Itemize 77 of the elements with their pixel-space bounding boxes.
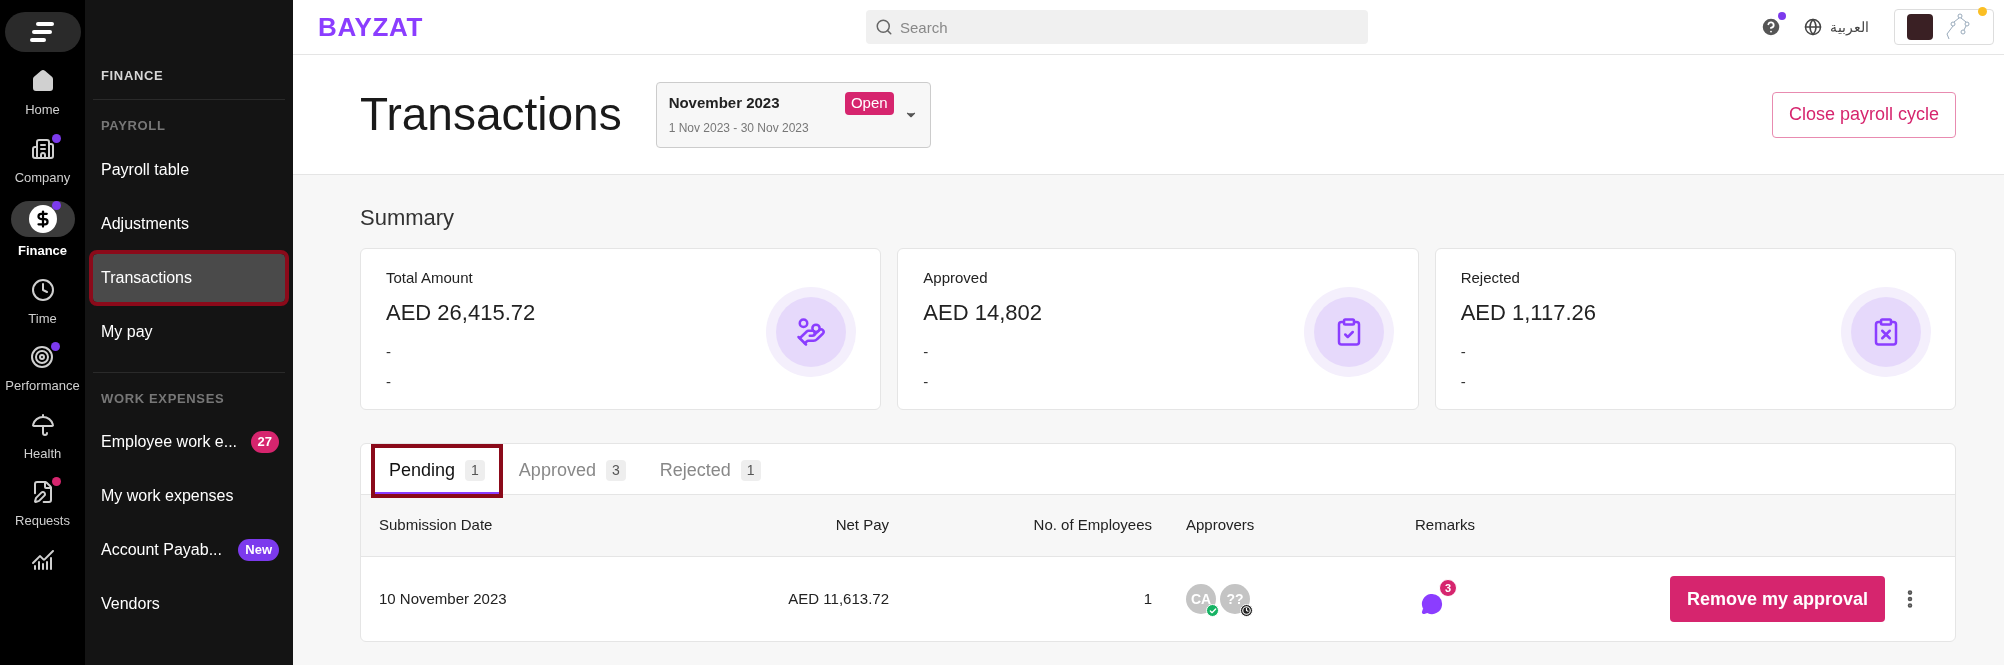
count-badge: 1 [740,459,761,481]
column-header: Net Pay [835,515,889,536]
count-badge: 27 [250,431,279,453]
globe-icon [1804,18,1822,36]
logo[interactable]: BAYZAT [318,7,866,47]
count-badge: 1 [465,459,485,481]
chat-bubble-icon [1421,593,1443,615]
remarks-button[interactable]: 3 [1415,579,1459,619]
search-icon [875,18,893,36]
column-header: No. of Employees [1033,515,1152,536]
card-detail: - [386,341,392,362]
remove-approval-button[interactable]: Remove my approval [1669,576,1885,622]
period-name: November 2023 [668,93,780,114]
tab[interactable]: Rejected 1 [645,448,775,494]
rail-item[interactable]: Company [10,133,75,187]
card-detail: - [923,341,930,362]
rail-item[interactable]: Health [10,409,75,463]
nav-item[interactable]: Employee work e... 27 [93,418,285,466]
count-badge: 3 [1439,579,1457,597]
tree-drawing [1943,12,1973,42]
card-label: Total Amount [386,268,474,288]
chart-icon [30,547,55,572]
clock-icon [1240,604,1253,617]
card-label: Rejected [1460,268,1521,288]
card-detail: - [1460,372,1467,392]
photo-placeholder [1907,14,1933,40]
home-icon [30,69,55,93]
table-cell-text: 10 November 2023 [379,588,508,609]
rail-item[interactable]: Time [10,274,75,328]
approver-avatar: ?? [1220,584,1250,614]
profile-box[interactable] [1894,9,1994,45]
section-heading: WORK EXPENSES [100,389,226,408]
nav-item[interactable]: Adjustments [93,199,285,248]
language-button[interactable]: العربية [1804,16,1869,38]
help-icon [1760,16,1782,38]
menu-button[interactable] [4,12,81,52]
count-badge: 3 [605,459,626,481]
building-icon [30,136,55,161]
section-title: Summary [360,204,456,232]
card-detail: - [1460,341,1467,362]
clock-icon [30,277,55,302]
umbrella-icon [30,412,55,437]
table-cell-text: 1 [1143,588,1152,609]
card-detail: - [386,372,392,392]
table-cell-text: AED 11,613.72 [788,588,889,609]
approver-avatar: CA [1186,584,1216,614]
column-header: Approvers [1185,515,1256,536]
card-detail: - [923,372,930,392]
count-badge: New [238,539,279,561]
nav-item[interactable]: Account Payab... New [93,526,285,574]
check-icon [1206,604,1219,617]
rail-item[interactable]: Requests [10,477,75,531]
target-icon [30,345,55,369]
rail-item[interactable]: Performance [5,342,80,396]
column-header: Remarks [1415,515,1476,536]
card-value: AED 14,802 [923,298,1043,327]
section-heading: PAYROLL [100,117,167,135]
column-header: Submission Date [379,515,494,536]
nav-item[interactable]: My pay [93,307,285,356]
page-title: Transactions [360,87,622,142]
period-range: 1 Nov 2023 - 30 Nov 2023 [668,119,810,137]
tab[interactable]: Approved 3 [504,448,640,494]
nav-item[interactable]: Payroll table [93,145,285,194]
period-dropdown[interactable]: November 2023 Open 1 Nov 2023 - 30 Nov 2023 [655,81,931,148]
search-field[interactable]: Search [866,10,1368,44]
nav-item[interactable]: Vendors [93,580,285,628]
tab[interactable]: Pending 1 [375,448,499,494]
close-payroll-button[interactable]: Close payroll cycle [1771,91,1956,138]
card-value: AED 1,117.26 [1460,298,1597,327]
menu-icon [29,22,56,42]
nav-item[interactable]: My work expenses [93,472,285,520]
status-badge: Open [844,92,894,115]
rail-item[interactable]: Home [10,66,75,120]
card-value: AED 26,415.72 [386,298,537,327]
sidebar-title: FINANCE [101,66,164,85]
dollar-icon [28,205,57,233]
card-label: Approved [923,268,989,288]
